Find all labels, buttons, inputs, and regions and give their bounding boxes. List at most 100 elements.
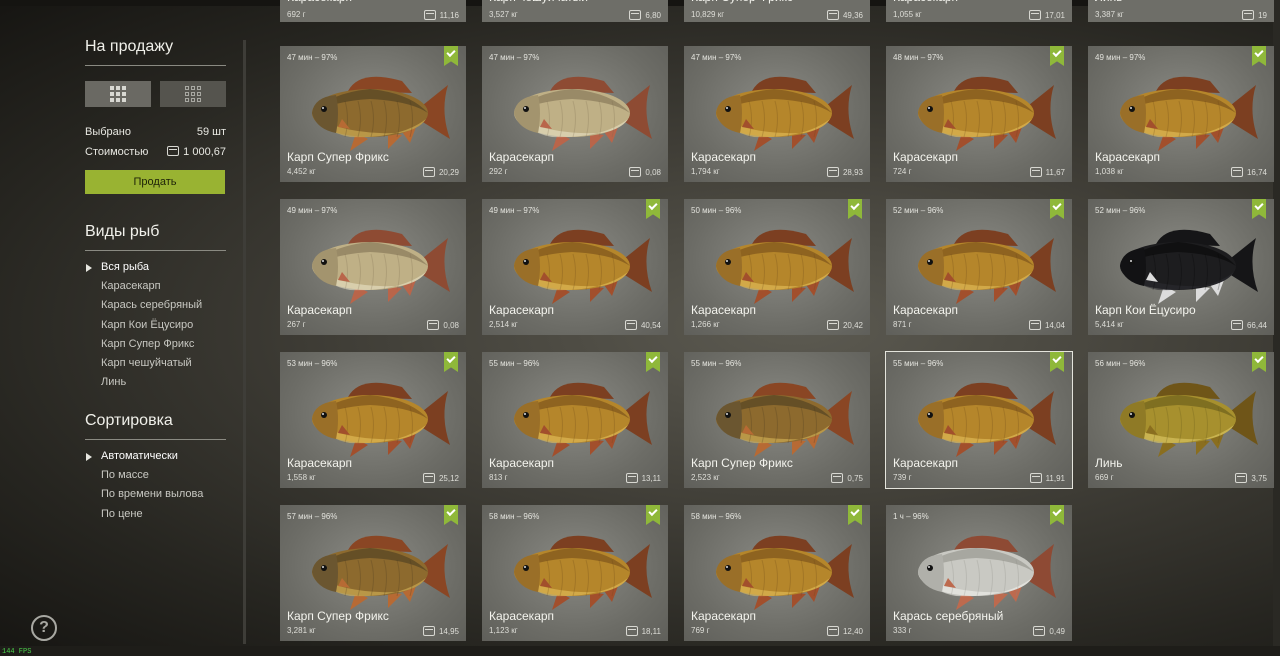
fish-card-partial[interactable]: Карп чешуйчатый 3,527 кг 6,80	[482, 0, 668, 22]
catch-time: 55 мин – 96%	[893, 359, 944, 368]
price-value: 11,91	[1045, 473, 1065, 483]
fish-name: Карасекарп	[287, 303, 353, 317]
fish-card[interactable]: 57 мин – 96% Карп Супер Фрикс 3,281 кг 1…	[280, 505, 466, 641]
price-value: 0,08	[645, 167, 661, 177]
fish-card[interactable]: 55 мин – 96% Карасекарп 813 г 13,11	[482, 352, 668, 488]
fish-card[interactable]: 49 мин – 97% Карасекарп 1,038 кг 16,74	[1088, 46, 1274, 182]
fish-card[interactable]: 56 мин – 96% Линь 669 г 3,75	[1088, 352, 1274, 488]
fish-name: Карп Супер Фрикс	[287, 609, 389, 623]
help-icon[interactable]: ?	[31, 615, 57, 641]
fish-card[interactable]: 49 мин – 97% Карасекарп 267 г 0,08	[280, 199, 466, 335]
fish-name: Карасекарп	[489, 456, 555, 470]
fish-name: Карасекарп	[893, 0, 958, 4]
selected-value: 59 шт	[196, 126, 226, 138]
species-item-5[interactable]: Карп чешуйчатый	[101, 354, 202, 373]
fish-card[interactable]: 47 мин – 97% Карасекарп 1,794 кг 28,93	[684, 46, 870, 182]
fish-price: 20,29	[422, 167, 459, 177]
price-value: 40,54	[640, 320, 661, 330]
fish-name: Карасекарп	[691, 609, 757, 623]
price-value: 14,95	[438, 626, 459, 636]
fish-card-partial[interactable]: Карасекарп 1,055 кг 17,01	[886, 0, 1072, 22]
species-list: Вся рыба Карасекарп Карась серебряный Карп …	[85, 258, 202, 392]
sidebar-divider	[243, 40, 246, 644]
fish-image	[896, 369, 1062, 463]
scrollbar[interactable]	[1273, 0, 1280, 656]
catch-time: 47 мин – 97%	[489, 53, 540, 62]
species-item-1[interactable]: Карасекарп	[101, 277, 202, 296]
fish-weight: 692 г	[287, 10, 306, 19]
coins-icon	[423, 10, 436, 20]
species-item-4[interactable]: Карп Супер Фрикс	[101, 335, 202, 354]
fish-card[interactable]: 58 мин – 96% Карасекарп 1,123 кг 18,11	[482, 505, 668, 641]
sort-title: Сортировка	[85, 412, 173, 429]
coins-icon	[422, 473, 435, 483]
fish-name: Карасекарп	[893, 456, 959, 470]
sell-button[interactable]: Продать	[85, 170, 225, 194]
sort-option-0[interactable]: Автоматически	[85, 447, 203, 466]
fish-card[interactable]: 49 мин – 97% Карасекарп 2,514 кг 40,54	[482, 199, 668, 335]
fish-card[interactable]: 47 мин – 97% Карасекарп 292 г 0,08	[482, 46, 668, 182]
fish-card-partial[interactable]: Карасекарп 692 г 11,16	[280, 0, 466, 22]
fish-card[interactable]: 58 мин – 96% Карасекарп 769 г 12,40	[684, 505, 870, 641]
coins-icon	[427, 320, 440, 330]
price-value: 16,74	[1246, 167, 1267, 177]
fish-image	[694, 216, 860, 310]
catch-time: 58 мин – 96%	[489, 512, 540, 521]
fish-card-partial[interactable]: Линь 3,387 кг 19	[1088, 0, 1274, 22]
coins-icon	[1033, 626, 1046, 636]
fish-price: 20,42	[826, 320, 863, 330]
divider	[85, 439, 226, 440]
fish-card[interactable]: 55 мин – 96% Карасекарп 739 г 11,91	[885, 351, 1073, 489]
view-small-grid-button[interactable]	[160, 81, 226, 107]
fish-name: Карп Супер Фрикс	[287, 150, 389, 164]
species-item-2[interactable]: Карась серебряный	[101, 296, 202, 315]
coins-icon	[826, 167, 839, 177]
catch-time: 52 мин – 96%	[1095, 206, 1146, 215]
price-value: 19	[1258, 10, 1267, 20]
fish-card[interactable]: 52 мин – 96% Карп Кои Ёцусиро 5,414 кг 6…	[1088, 199, 1274, 335]
fish-card[interactable]: 55 мин – 96% Карп Супер Фрикс 2,523 кг 0…	[684, 352, 870, 488]
fish-card[interactable]: 47 мин – 97% Карп Супер Фрикс 4,452 кг 2…	[280, 46, 466, 182]
sort-option-3[interactable]: По цене	[101, 505, 203, 524]
cost-stat: Стоимостью 1 000,67	[85, 146, 226, 158]
coins-icon	[831, 473, 844, 483]
fish-weight: 1,558 кг	[287, 473, 316, 482]
fish-card-partial[interactable]: Карп Супер Фрикс 10,829 кг 49,36	[684, 0, 870, 22]
view-large-grid-button[interactable]	[85, 81, 151, 107]
catch-time: 47 мин – 97%	[287, 53, 338, 62]
fish-price: 11,91	[1029, 473, 1065, 483]
fish-card[interactable]: 53 мин – 96% Карасекарп 1,558 кг 25,12	[280, 352, 466, 488]
catch-time: 57 мин – 96%	[287, 512, 338, 521]
coins-icon	[1242, 10, 1255, 20]
fish-card[interactable]: 52 мин – 96% Карасекарп 871 г 14,04	[886, 199, 1072, 335]
fish-card[interactable]: 50 мин – 96% Карасекарп 1,266 кг 20,42	[684, 199, 870, 335]
species-item-0[interactable]: Вся рыба	[85, 258, 202, 277]
catch-time: 56 мин – 96%	[1095, 359, 1146, 368]
fish-card[interactable]: 1 ч – 96% Карась серебряный 333 г 0,49	[886, 505, 1072, 641]
sort-list: Автоматически По массе По времени вылова По…	[85, 447, 203, 524]
species-item-6[interactable]: Линь	[101, 373, 202, 392]
coins-icon	[1029, 473, 1042, 483]
price-value: 17,01	[1044, 10, 1065, 20]
fish-image	[896, 522, 1062, 616]
price-value: 18,11	[641, 626, 661, 636]
fish-price: 17,01	[1028, 10, 1065, 20]
divider	[85, 250, 226, 251]
fish-image	[290, 216, 456, 310]
sort-option-2[interactable]: По времени вылова	[101, 485, 203, 504]
catch-time: 55 мин – 96%	[691, 359, 742, 368]
sale-title: На продажу	[85, 38, 174, 55]
fish-price: 11,67	[1029, 167, 1065, 177]
fish-price: 0,08	[427, 320, 459, 330]
fish-image	[1098, 63, 1264, 157]
fish-image	[1098, 216, 1264, 310]
fish-card[interactable]: 48 мин – 97% Карасекарп 724 г 11,67	[886, 46, 1072, 182]
fish-price: 11,16	[423, 10, 459, 20]
price-value: 28,93	[842, 167, 863, 177]
price-value: 3,75	[1251, 473, 1267, 483]
coins-icon	[625, 626, 638, 636]
fish-name: Карасекарп	[489, 303, 555, 317]
species-item-3[interactable]: Карп Кои Ёцусиро	[101, 316, 202, 335]
fish-weight: 739 г	[893, 473, 912, 482]
sort-option-1[interactable]: По массе	[101, 466, 203, 485]
